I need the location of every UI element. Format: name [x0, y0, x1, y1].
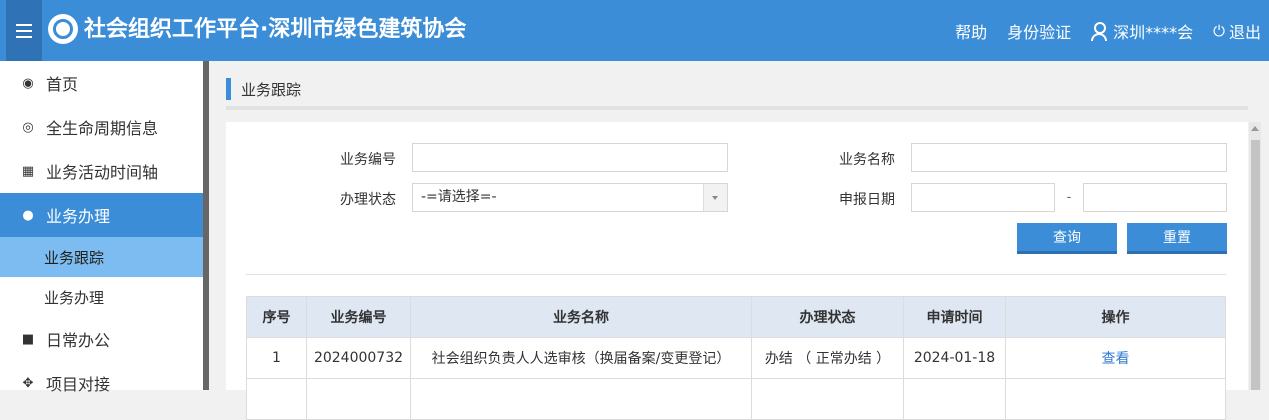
dashboard-icon: ◉: [22, 75, 34, 91]
hamburger-icon: [16, 29, 32, 32]
results-table: 序号 业务编号 业务名称 办理状态 申请时间 操作 1 2024000732 社…: [246, 296, 1226, 420]
col-header-biz-no: 业务编号: [306, 296, 411, 338]
status-label: 办理状态: [340, 192, 396, 208]
date-label: 申报日期: [839, 192, 895, 208]
table-row: 1 2024000732 社会组织负责人人选审核（换届备案/变更登记） 办结 （…: [246, 337, 1226, 379]
scrollbar-thumb[interactable]: [1251, 140, 1260, 390]
col-header-status: 办理状态: [751, 296, 904, 338]
sidebar-item-label: 业务活动时间轴: [46, 163, 159, 182]
sidebar: ◉ 首页 ◎ 全生命周期信息 ▦ 业务活动时间轴 ● 业务办理 业务跟踪 业务办…: [0, 61, 209, 394]
logo: [48, 14, 78, 44]
logout-link[interactable]: ⏻ 退出: [1213, 19, 1261, 43]
col-header-biz-name: 业务名称: [410, 296, 752, 338]
query-button[interactable]: 查询: [1017, 223, 1117, 254]
col-header-apply-time: 申请时间: [903, 296, 1006, 338]
cell-empty: [1005, 378, 1226, 420]
calendar-icon: ▦: [21, 163, 35, 179]
sidebar-item-label: 日常办公: [46, 331, 111, 350]
table-row: [246, 378, 1226, 420]
reset-button[interactable]: 重置: [1127, 223, 1227, 254]
logout-label: 退出: [1228, 22, 1261, 42]
identity-verify-link[interactable]: 身份验证: [1007, 19, 1071, 43]
cell-biz-no: 2024000732: [306, 337, 411, 379]
help-link[interactable]: 帮助: [955, 19, 987, 43]
col-header-actions: 操作: [1005, 296, 1226, 338]
logo-emblem-icon: [53, 19, 73, 39]
col-header-index: 序号: [246, 296, 307, 338]
view-link[interactable]: 查看: [1005, 337, 1226, 379]
handshake-icon: ✥: [22, 375, 34, 391]
chevron-down-icon: [703, 184, 727, 211]
cell-empty: [903, 378, 1006, 420]
cell-apply-time: 2024-01-18: [903, 337, 1006, 379]
app-title: 社会组织工作平台·深圳市绿色建筑协会: [84, 17, 467, 42]
main-scrollbar[interactable]: [1249, 122, 1261, 390]
info-icon: ●: [22, 207, 34, 223]
sidebar-item-label: 业务办理: [46, 207, 111, 226]
eye-icon: ◎: [22, 119, 34, 135]
scroll-up-arrow-icon[interactable]: [1251, 126, 1259, 131]
status-select[interactable]: -=请选择=-: [412, 183, 728, 212]
top-links: 帮助 身份验证 深圳****会 ⏻ 退出: [935, 0, 1261, 61]
cell-index: 1: [246, 337, 307, 379]
biz-name-input[interactable]: [911, 143, 1227, 172]
cell-empty: [306, 378, 411, 420]
biz-no-input[interactable]: [412, 143, 728, 172]
sidebar-subitem-tracking[interactable]: 业务跟踪: [0, 237, 203, 277]
sidebar-item-office[interactable]: ■ 日常办公: [0, 317, 203, 361]
sidebar-item-business[interactable]: ● 业务办理: [0, 193, 203, 237]
biz-name-label: 业务名称: [839, 152, 895, 168]
sidebar-item-lifecycle[interactable]: ◎ 全生命周期信息: [0, 105, 203, 149]
user-name: 深圳****会: [1113, 22, 1194, 42]
biz-no-label: 业务编号: [340, 152, 396, 168]
sidebar-subitem-handling[interactable]: 业务办理: [0, 277, 203, 317]
sidebar-item-home[interactable]: ◉ 首页: [0, 61, 203, 105]
divider: [246, 274, 1226, 275]
user-menu[interactable]: 深圳****会: [1091, 19, 1193, 43]
date-to-input[interactable]: [1083, 183, 1227, 212]
breadcrumb: 业务跟踪: [226, 72, 1248, 110]
sidebar-scrollbar[interactable]: [203, 61, 209, 390]
breadcrumb-marker: [226, 78, 231, 100]
cell-empty: [410, 378, 752, 420]
page-title: 业务跟踪: [241, 80, 302, 99]
sidebar-item-label: 项目对接: [46, 375, 111, 394]
status-select-value: -=请选择=-: [421, 189, 497, 205]
sidebar-item-label: 首页: [46, 75, 79, 94]
top-bar: 社会组织工作平台·深圳市绿色建筑协会 帮助 身份验证 深圳****会 ⏻ 退出: [0, 0, 1269, 61]
menu-toggle-button[interactable]: [6, 0, 42, 61]
cell-biz-name: 社会组织负责人人选审核（换届备案/变更登记）: [410, 337, 752, 379]
table-header-row: 序号 业务编号 业务名称 办理状态 申请时间 操作: [246, 296, 1226, 338]
sidebar-item-projects[interactable]: ✥ 项目对接: [0, 361, 203, 405]
main-panel: 业务编号 业务名称 办理状态 -=请选择=- 申报日期 - 查询 重置 序号 业…: [226, 122, 1248, 420]
cell-empty: [246, 378, 307, 420]
cell-status: 办结 （ 正常办结 ）: [751, 337, 904, 379]
cell-empty: [751, 378, 904, 420]
date-from-input[interactable]: [911, 183, 1055, 212]
sidebar-nav: ◉ 首页 ◎ 全生命周期信息 ▦ 业务活动时间轴 ● 业务办理 业务跟踪 业务办…: [0, 61, 203, 405]
sidebar-item-label: 全生命周期信息: [46, 119, 159, 138]
sidebar-item-timeline[interactable]: ▦ 业务活动时间轴: [0, 149, 203, 193]
user-icon: [1091, 21, 1108, 41]
briefcase-icon: ■: [21, 331, 35, 347]
power-icon: ⏻: [1213, 21, 1225, 40]
date-range-separator: -: [1066, 190, 1072, 205]
